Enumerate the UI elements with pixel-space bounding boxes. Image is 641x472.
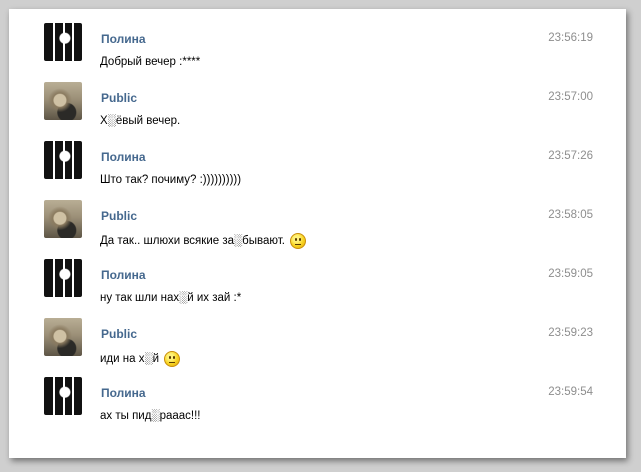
message-text-content: Добрый вечер :**** <box>100 56 201 68</box>
author-name[interactable]: Полина <box>101 32 146 46</box>
message-text: Х░ёвый вечер. <box>100 115 180 127</box>
message-time: 23:59:23 <box>548 327 593 339</box>
message-time: 23:59:54 <box>548 386 593 398</box>
message-text-content: ах ты пид░раaас!!! <box>100 410 201 422</box>
message-text-content: ну так шли нах░й их зай :* <box>100 292 242 304</box>
message-row: Полина Што так? почиму? :)))))))))) 23:5… <box>9 127 626 186</box>
message-text: ах ты пид░раaас!!! <box>100 410 201 422</box>
message-time: 23:56:19 <box>548 32 593 44</box>
public-avatar[interactable] <box>44 318 82 356</box>
author-name[interactable]: Public <box>101 209 137 223</box>
message-text-content: Што так? почиму? :)))))))))) <box>100 174 242 186</box>
author-name[interactable]: Public <box>101 91 137 105</box>
polina-avatar[interactable] <box>44 141 82 179</box>
author-name[interactable]: Полина <box>101 150 146 164</box>
polina-avatar[interactable] <box>44 259 82 297</box>
message-row: Полина Добрый вечер :**** 23:56:19 <box>9 9 626 68</box>
public-avatar[interactable] <box>44 200 82 238</box>
message-time: 23:59:05 <box>548 268 593 280</box>
message-row: Полина ну так шли нах░й их зай :* 23:59:… <box>9 245 626 304</box>
message-row: Public Х░ёвый вечер. 23:57:00 <box>9 68 626 127</box>
message-time: 23:57:26 <box>548 150 593 162</box>
message-text: Добрый вечер :**** <box>100 56 200 68</box>
message-text-content: Х░ёвый вечер. <box>100 115 181 127</box>
message-time: 23:58:05 <box>548 209 593 221</box>
polina-avatar[interactable] <box>44 377 82 415</box>
author-name[interactable]: Полина <box>101 268 146 282</box>
message-text: Што так? почиму? :)))))))))) <box>100 174 241 186</box>
message-row: Public Да так.. шлюхи всякие за░бывают. … <box>9 186 626 249</box>
message-row: Полина ах ты пид░раaас!!! 23:59:54 <box>9 363 626 422</box>
message-time: 23:57:00 <box>548 91 593 103</box>
message-text: ну так шли нах░й их зай :* <box>100 292 241 304</box>
message-row: Public иди на х░й 23:59:23 <box>9 304 626 367</box>
author-name[interactable]: Public <box>101 327 137 341</box>
chat-window: Полина Добрый вечер :**** 23:56:19 Publi… <box>9 9 626 458</box>
public-avatar[interactable] <box>44 82 82 120</box>
polina-avatar[interactable] <box>44 23 82 61</box>
author-name[interactable]: Полина <box>101 386 146 400</box>
